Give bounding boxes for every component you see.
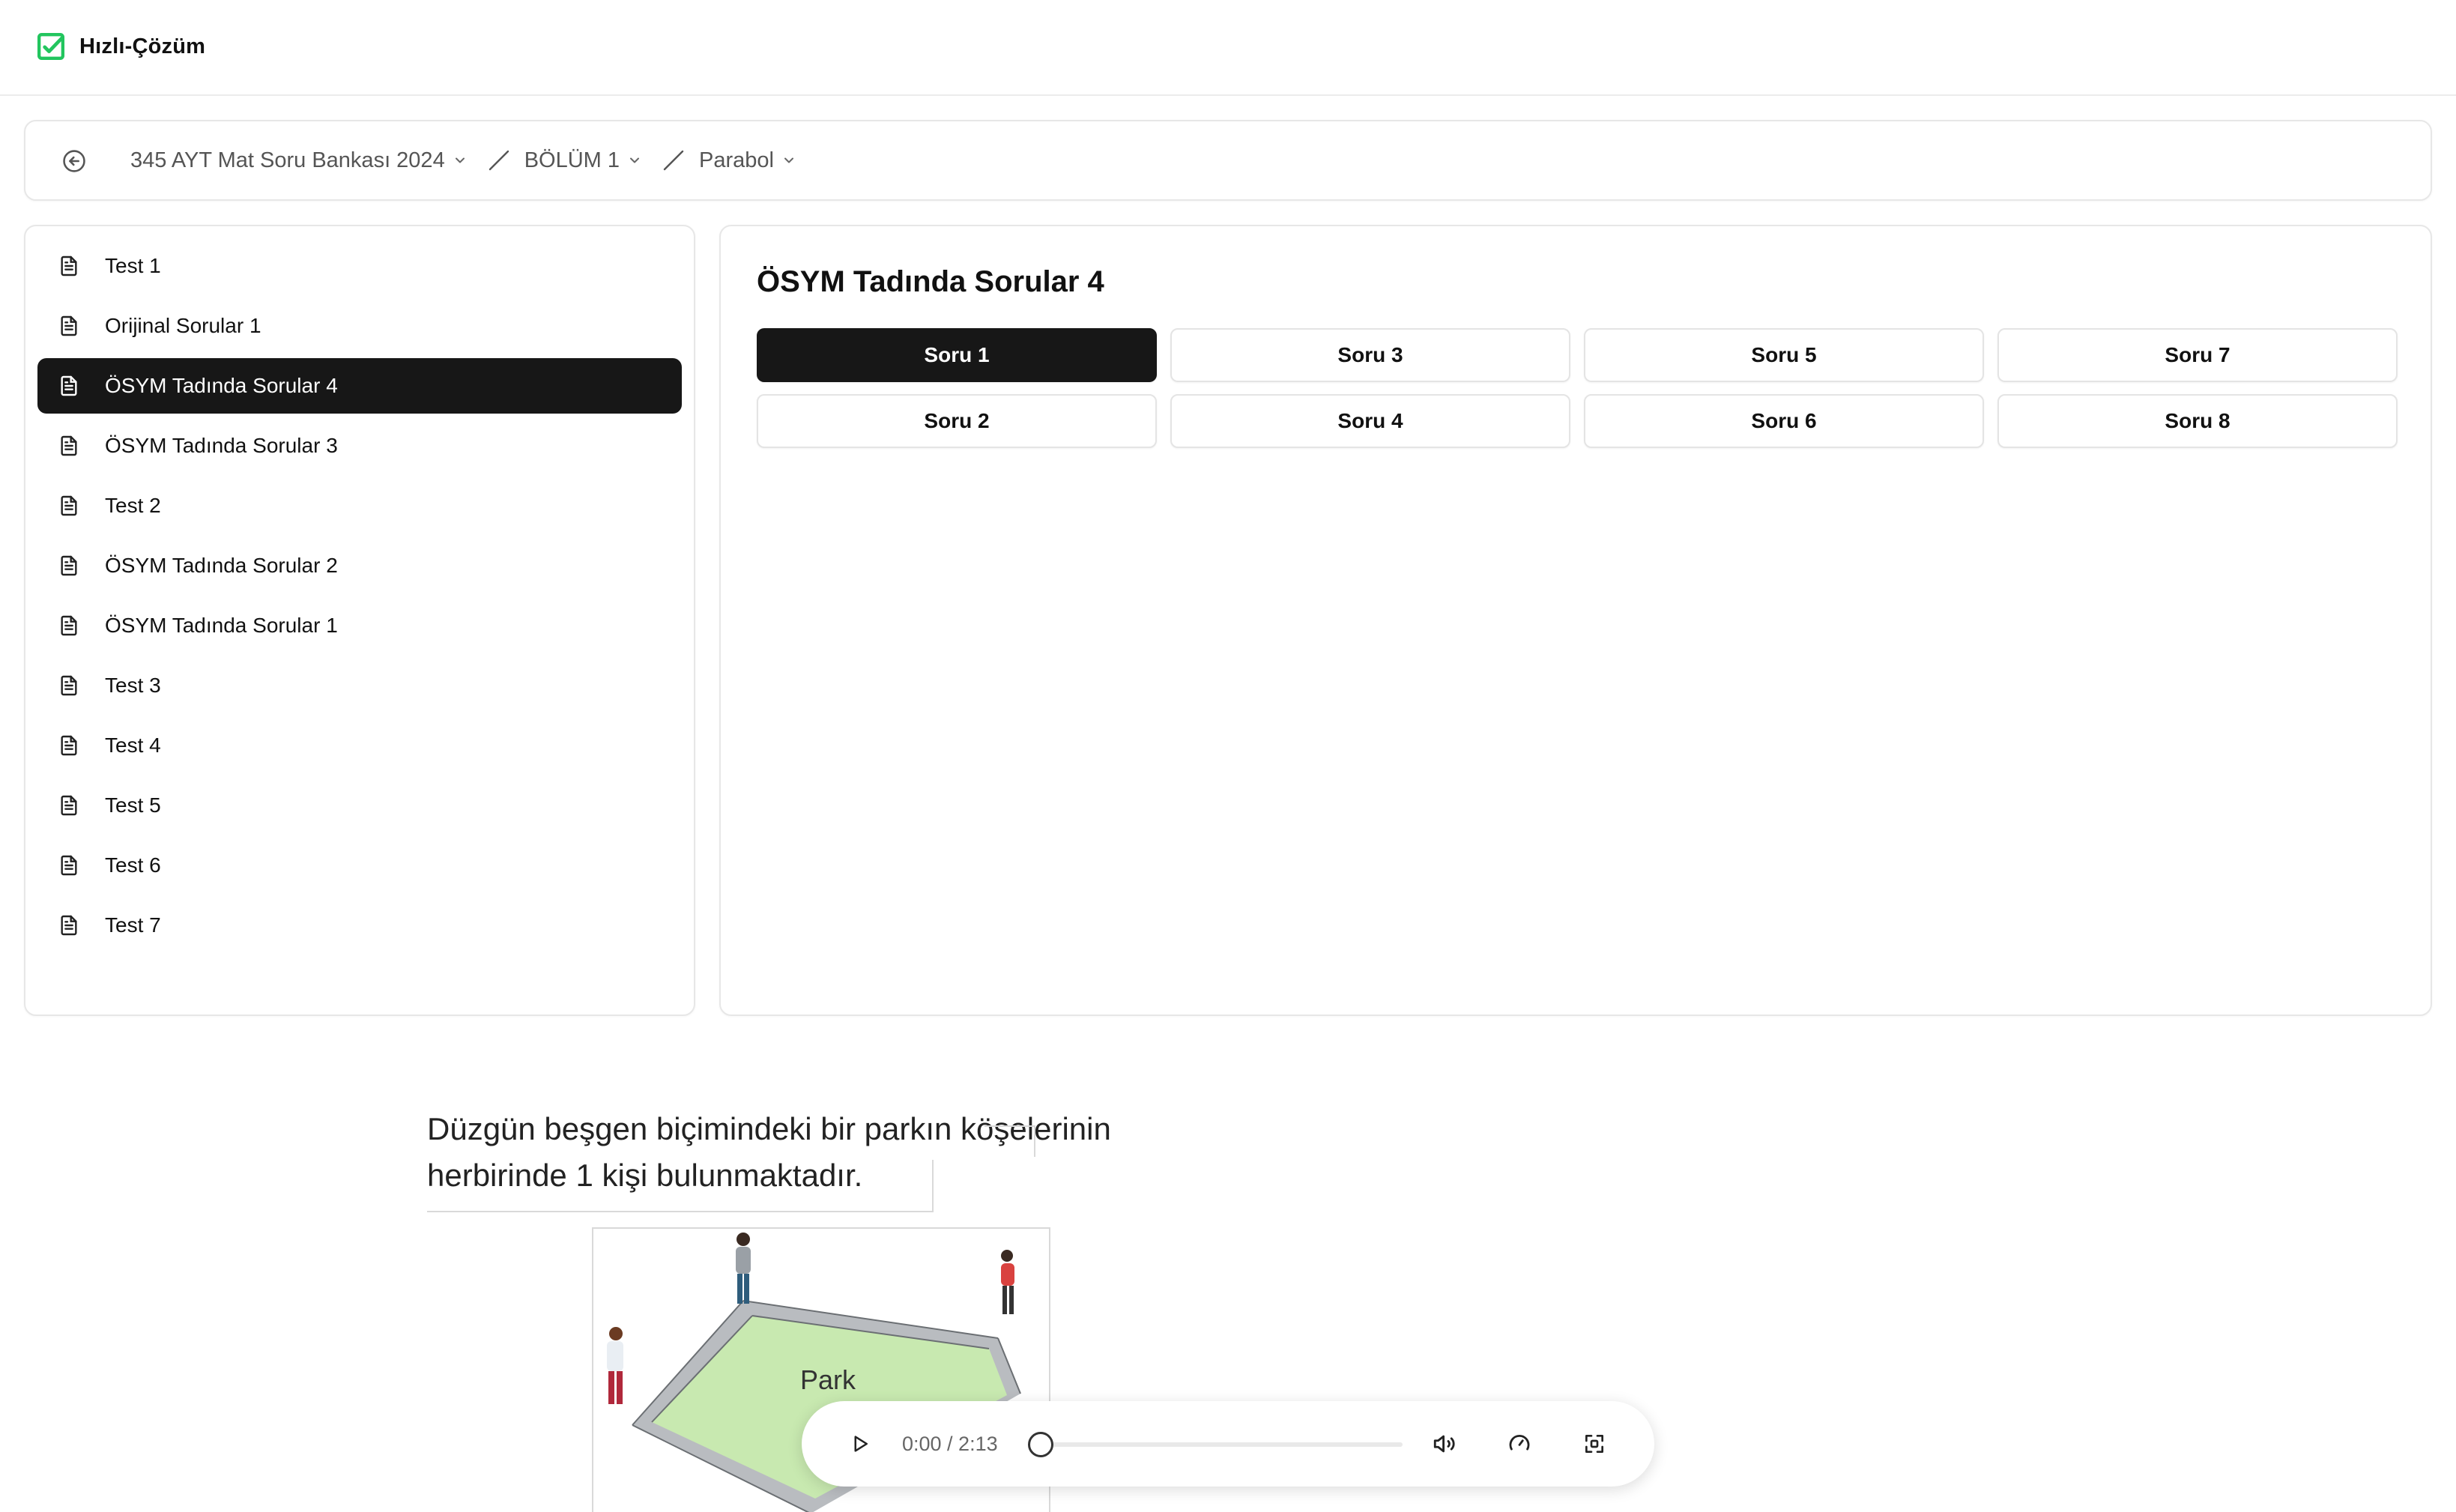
document-icon — [61, 855, 77, 876]
test-list-sidebar: Test 1 Orijinal Sorular 1 ÖSYM Tadında Sor… — [24, 225, 695, 1016]
breadcrumb-section-label: BÖLÜM 1 — [524, 148, 620, 172]
app-name: Hızlı-Çözüm — [79, 34, 206, 58]
person-figure — [1001, 1250, 1014, 1314]
volume-icon — [1433, 1435, 1455, 1453]
breadcrumb-book-label: 345 AYT Mat Soru Bankası 2024 — [130, 148, 445, 172]
breadcrumb-topic-label: Parabol — [699, 148, 774, 172]
sidebar-item-label: Test 4 — [105, 734, 161, 757]
sidebar-item[interactable]: ÖSYM Tadında Sorular 4 — [37, 358, 682, 414]
slash-separator-icon — [663, 150, 684, 171]
text-frame — [427, 1160, 934, 1212]
person-figure — [607, 1327, 623, 1404]
document-icon — [61, 555, 77, 576]
fullscreen-icon — [1585, 1435, 1603, 1453]
seek-slider[interactable] — [1028, 1429, 1403, 1459]
document-icon — [61, 435, 77, 456]
sidebar-item[interactable]: Test 2 — [37, 478, 682, 533]
seek-thumb[interactable] — [1028, 1432, 1053, 1457]
sidebar-item[interactable]: ÖSYM Tadında Sorular 2 — [37, 538, 682, 593]
breadcrumb-topic[interactable]: Parabol — [699, 148, 796, 173]
checkbox-logo-icon — [37, 33, 64, 60]
breadcrumb: 345 AYT Mat Soru Bankası 2024 BÖLÜM 1 Pa… — [130, 121, 796, 199]
sidebar-item-label: Orijinal Sorular 1 — [105, 314, 261, 337]
sidebar-item[interactable]: Test 7 — [37, 898, 682, 953]
sidebar-item[interactable]: Test 6 — [37, 838, 682, 893]
question-button[interactable]: Soru 8 — [1997, 394, 2398, 448]
sidebar-item-label: Test 2 — [105, 494, 161, 517]
sidebar-item[interactable]: ÖSYM Tadında Sorular 3 — [37, 418, 682, 474]
question-button[interactable]: Soru 3 — [1170, 328, 1570, 382]
document-icon — [61, 735, 77, 756]
playback-time: 0:00 / 2:13 — [902, 1432, 998, 1455]
question-grid: Soru 1 Soru 2 Soru 3 Soru 4 Soru 5 Soru 6 Soru… — [757, 328, 2398, 448]
sidebar-item[interactable]: Test 1 — [37, 238, 682, 294]
chevron-down-icon — [784, 157, 793, 163]
app-logo[interactable]: Hızlı-Çözüm — [36, 31, 205, 61]
sidebar-item[interactable]: Orijinal Sorular 1 — [37, 298, 682, 354]
breadcrumb-book[interactable]: 345 AYT Mat Soru Bankası 2024 — [130, 148, 468, 173]
person-figure — [736, 1233, 751, 1304]
document-icon — [61, 795, 77, 816]
play-button[interactable] — [836, 1420, 884, 1468]
sidebar-item[interactable]: Test 4 — [37, 718, 682, 773]
video-player: 0:00 / 2:13 — [802, 1401, 1654, 1487]
back-button[interactable] — [49, 136, 99, 186]
gauge-icon — [1509, 1434, 1530, 1451]
document-icon — [61, 615, 77, 636]
chevron-down-icon — [455, 157, 465, 163]
sidebar-item-label: Test 3 — [105, 674, 161, 697]
sidebar-item-label: Test 6 — [105, 853, 161, 877]
breadcrumb-section[interactable]: BÖLÜM 1 — [524, 148, 642, 173]
question-button[interactable]: Soru 4 — [1170, 394, 1570, 448]
sidebar-item-label: ÖSYM Tadında Sorular 4 — [105, 374, 338, 397]
question-panel: ÖSYM Tadında Sorular 4 Soru 1 Soru 2 Soru … — [719, 225, 2432, 1016]
sidebar-item-label: Test 7 — [105, 913, 161, 937]
sidebar-item-label: Test 5 — [105, 793, 161, 817]
document-icon — [61, 495, 77, 516]
question-button[interactable]: Soru 7 — [1997, 328, 2398, 382]
playback-speed-button[interactable] — [1495, 1420, 1543, 1468]
document-icon — [61, 255, 77, 276]
question-button[interactable]: Soru 1 — [757, 328, 1157, 382]
panel-title: ÖSYM Tadında Sorular 4 — [757, 265, 1104, 298]
sidebar-item-label: Test 1 — [105, 254, 161, 277]
question-button[interactable]: Soru 5 — [1584, 328, 1984, 382]
sidebar-item-label: ÖSYM Tadında Sorular 2 — [105, 554, 338, 577]
play-icon — [854, 1436, 868, 1452]
question-button[interactable]: Soru 6 — [1584, 394, 1984, 448]
breadcrumb-bar: 345 AYT Mat Soru Bankası 2024 BÖLÜM 1 Pa… — [24, 120, 2432, 201]
chevron-down-icon — [630, 157, 640, 163]
top-bar: Hızlı-Çözüm — [0, 0, 2456, 96]
question-button[interactable]: Soru 2 — [757, 394, 1157, 448]
document-icon — [61, 915, 77, 936]
slash-separator-icon — [489, 150, 509, 171]
sidebar-item[interactable]: Test 3 — [37, 658, 682, 713]
park-label: Park — [800, 1364, 856, 1395]
question-text: Düzgün beşgen biçimindeki bir parkın köş… — [427, 1106, 1176, 1212]
document-icon — [61, 675, 77, 696]
arrow-left-circle-icon — [63, 150, 85, 172]
sidebar-item[interactable]: ÖSYM Tadında Sorular 1 — [37, 598, 682, 653]
sidebar-item-label: ÖSYM Tadında Sorular 3 — [105, 434, 338, 457]
sidebar-item-label: ÖSYM Tadında Sorular 1 — [105, 614, 338, 637]
document-icon — [61, 375, 77, 396]
seek-rail — [1028, 1442, 1403, 1447]
volume-button[interactable] — [1421, 1420, 1469, 1468]
question-text-line: Düzgün beşgen biçimindeki bir parkın köş… — [427, 1111, 1111, 1146]
document-icon — [61, 315, 77, 336]
text-frame — [984, 1125, 1035, 1157]
question-content: Düzgün beşgen biçimindeki bir parkın köş… — [427, 1106, 1176, 1212]
fullscreen-button[interactable] — [1570, 1420, 1618, 1468]
sidebar-item[interactable]: Test 5 — [37, 778, 682, 833]
